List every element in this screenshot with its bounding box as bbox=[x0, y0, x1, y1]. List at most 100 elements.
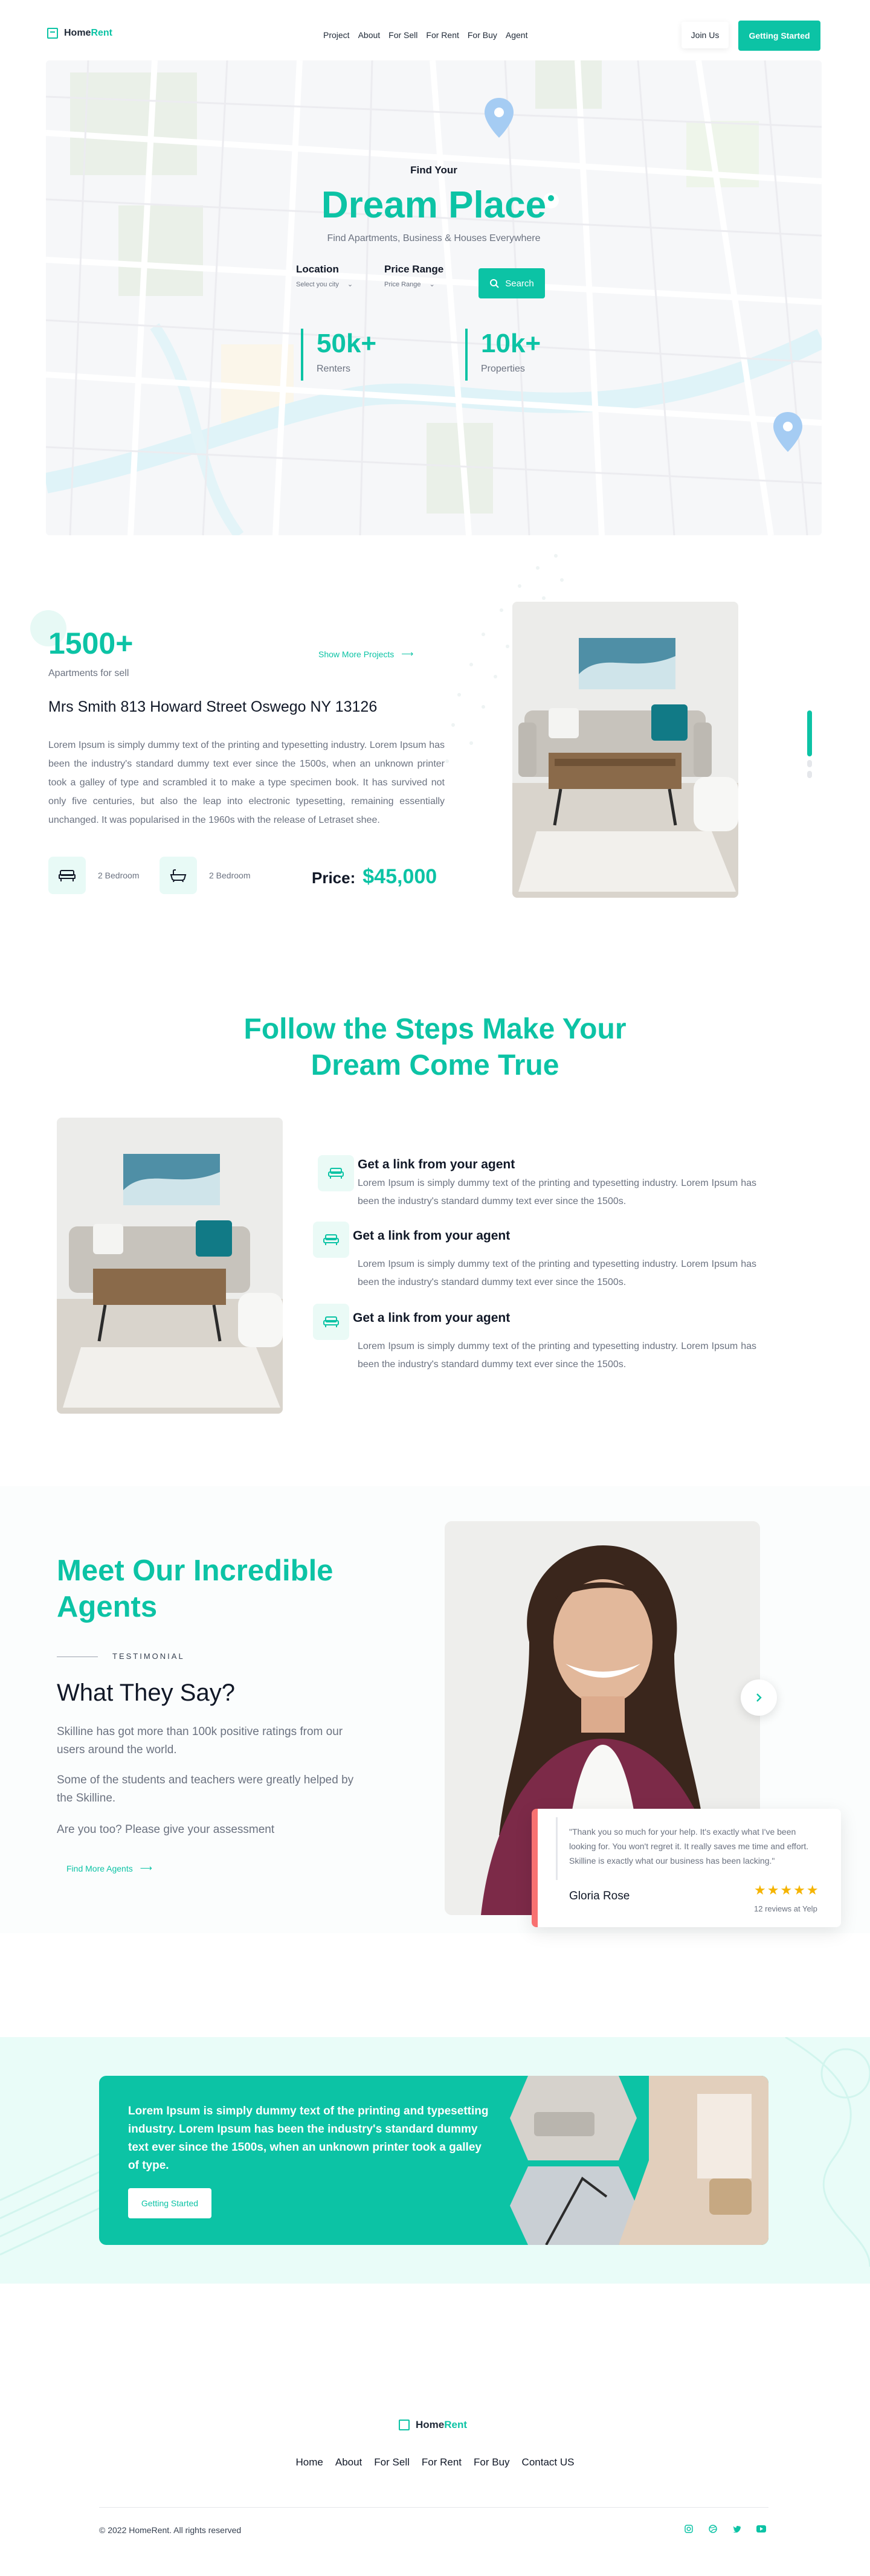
stat-properties: 10k+ Properties bbox=[465, 329, 541, 381]
bed-icon bbox=[48, 857, 86, 894]
testimonial-quote: "Thank you so much for your help. It's e… bbox=[569, 1827, 809, 1866]
chevron-down-icon: ⌄ bbox=[347, 281, 353, 288]
find-more-agents-link[interactable]: Find More Agents ⟶ bbox=[66, 1863, 152, 1873]
copyright: © 2022 HomeRent. All rights reserved bbox=[99, 2525, 242, 2535]
footer-link-for-rent[interactable]: For Rent bbox=[422, 2456, 462, 2468]
dribbble-icon[interactable] bbox=[707, 2523, 719, 2535]
home-logo-icon bbox=[399, 2420, 410, 2430]
chevron-right-icon bbox=[756, 1693, 762, 1702]
project-description: Lorem Ipsum is simply dummy text of the … bbox=[48, 740, 445, 825]
nav-item-agent[interactable]: Agent bbox=[506, 30, 528, 40]
next-testimonial-button[interactable] bbox=[741, 1679, 777, 1716]
footer-link-contact[interactable]: Contact US bbox=[522, 2456, 575, 2468]
hero-title: Dream Place bbox=[321, 184, 547, 226]
nav-item-for-buy[interactable]: For Buy bbox=[468, 30, 497, 40]
steps-title-line2: Dream Come True bbox=[311, 1049, 559, 1081]
youtube-icon[interactable] bbox=[755, 2523, 767, 2535]
project-count: 1500+ bbox=[48, 626, 134, 660]
living-room-photo bbox=[512, 602, 738, 898]
cta-text: Lorem Ipsum is simply dummy text of the … bbox=[128, 2105, 489, 2172]
testimonial-para-3: Are you too? Please give your assessment bbox=[57, 1823, 275, 1836]
slider-indicator[interactable] bbox=[807, 710, 812, 782]
testimonial-eyebrow: TESTIMONIAL bbox=[112, 1652, 185, 1661]
nav-item-for-rent[interactable]: For Rent bbox=[426, 30, 459, 40]
search-icon bbox=[490, 279, 499, 288]
feature-label: 2 Bedroom bbox=[209, 871, 251, 880]
footer-link-for-buy[interactable]: For Buy bbox=[474, 2456, 510, 2468]
arrow-right-icon: ⟶ bbox=[140, 1863, 152, 1873]
brand-name-part2: Rent bbox=[444, 2419, 468, 2430]
nav-item-for-sell[interactable]: For Sell bbox=[388, 30, 417, 40]
footer-link-about[interactable]: About bbox=[335, 2456, 362, 2468]
project-price: Price: $45,000 bbox=[312, 865, 437, 889]
getting-started-button[interactable]: Getting Started bbox=[738, 21, 820, 51]
stat-label: Renters bbox=[317, 364, 351, 374]
cta-room-photos bbox=[510, 2076, 768, 2245]
stat-renters: 50k+ Renters bbox=[301, 329, 376, 381]
project-title: Mrs Smith 813 Howard Street Oswego NY 13… bbox=[48, 698, 378, 715]
review-count: 12 reviews at Yelp bbox=[754, 1904, 817, 1913]
social-links bbox=[683, 2523, 767, 2535]
search-form: Location Select you city ⌄ Price Range Pr… bbox=[296, 263, 459, 301]
sofa-icon bbox=[318, 1155, 354, 1191]
price-range-label: Price Range bbox=[384, 263, 444, 275]
brand-name-part2: Rent bbox=[91, 28, 113, 38]
main-menu: Project About For Sell For Rent For Buy … bbox=[323, 30, 527, 40]
steps-living-room-photo bbox=[57, 1118, 283, 1414]
search-button[interactable]: Search bbox=[478, 268, 545, 298]
brand-logo[interactable]: HomeRent bbox=[47, 28, 112, 39]
arrow-right-icon: ⟶ bbox=[401, 649, 414, 658]
step-title: Get a link from your agent bbox=[358, 1158, 515, 1171]
home-logo-icon bbox=[47, 28, 58, 39]
price-value: $45,000 bbox=[362, 865, 437, 888]
stat-value: 50k+ bbox=[317, 329, 377, 358]
feature-bedroom: 2 Bedroom bbox=[48, 857, 139, 894]
steps-title: Follow the Steps Make Your Dream Come Tr… bbox=[0, 1011, 870, 1084]
instagram-icon[interactable] bbox=[683, 2523, 695, 2535]
cta-getting-started-button[interactable]: Getting Started bbox=[128, 2188, 211, 2218]
chevron-down-icon: ⌄ bbox=[429, 281, 435, 288]
sofa-icon bbox=[313, 1304, 349, 1340]
footer-link-for-sell[interactable]: For Sell bbox=[374, 2456, 410, 2468]
agents-title: Meet Our Incredible Agents bbox=[57, 1553, 333, 1625]
testimonial-author: Gloria Rose bbox=[569, 1890, 630, 1902]
search-button-label: Search bbox=[505, 278, 534, 289]
price-range-value: Price Range bbox=[384, 280, 421, 288]
agents-title-line1: Meet Our Incredible bbox=[57, 1554, 334, 1587]
testimonial-para-2: Some of the students and teachers were g… bbox=[57, 1774, 354, 1805]
join-us-button[interactable]: Join Us bbox=[682, 22, 729, 48]
nav-item-project[interactable]: Project bbox=[323, 30, 350, 40]
project-count-label: Apartments for sell bbox=[48, 668, 129, 678]
testimonial-para-1: Skilline has got more than 100k positive… bbox=[57, 1725, 343, 1756]
sofa-icon bbox=[313, 1222, 349, 1258]
step-text: Lorem Ipsum is simply dummy text of the … bbox=[358, 1178, 756, 1206]
star-rating: ★★★★★ bbox=[754, 1882, 820, 1898]
agents-title-line2: Agents bbox=[57, 1591, 158, 1623]
top-nav: HomeRent Project About For Sell For Rent… bbox=[0, 0, 870, 60]
hero-subtitle: Find Apartments, Business & Houses Every… bbox=[327, 233, 541, 243]
footer-link-home[interactable]: Home bbox=[296, 2456, 323, 2468]
step-title: Get a link from your agent bbox=[353, 1311, 511, 1325]
footer-menu: Home About For Sell For Rent For Buy Con… bbox=[0, 2456, 870, 2468]
hero-section: Find Your Dream Place Find Apartments, B… bbox=[46, 60, 822, 535]
steps-title-line1: Follow the Steps Make Your bbox=[243, 1013, 627, 1045]
testimonial-card: "Thank you so much for your help. It's e… bbox=[532, 1809, 841, 1927]
stat-label: Properties bbox=[481, 364, 525, 374]
nav-item-about[interactable]: About bbox=[358, 30, 381, 40]
step-text: Lorem Ipsum is simply dummy text of the … bbox=[358, 1341, 756, 1370]
step-text: Lorem Ipsum is simply dummy text of the … bbox=[358, 1259, 756, 1287]
feature-bathroom: 2 Bedroom bbox=[160, 857, 250, 894]
brand-name-part1: Home bbox=[64, 28, 91, 38]
price-range-select[interactable]: Price Range Price Range ⌄ bbox=[384, 263, 443, 288]
show-more-projects-link[interactable]: Show More Projects ⟶ bbox=[318, 649, 413, 659]
location-select[interactable]: Location Select you city ⌄ bbox=[296, 263, 353, 288]
testimonial-heading: What They Say? bbox=[57, 1679, 235, 1706]
find-more-agents-label: Find More Agents bbox=[66, 1863, 133, 1873]
location-label: Location bbox=[296, 263, 339, 275]
footer-logo[interactable]: HomeRent bbox=[399, 2419, 467, 2431]
price-label: Price: bbox=[312, 869, 356, 887]
footer-divider bbox=[99, 2507, 768, 2508]
twitter-icon[interactable] bbox=[731, 2523, 743, 2535]
show-more-label: Show More Projects bbox=[318, 649, 395, 659]
brand-name-part1: Home bbox=[416, 2419, 445, 2430]
